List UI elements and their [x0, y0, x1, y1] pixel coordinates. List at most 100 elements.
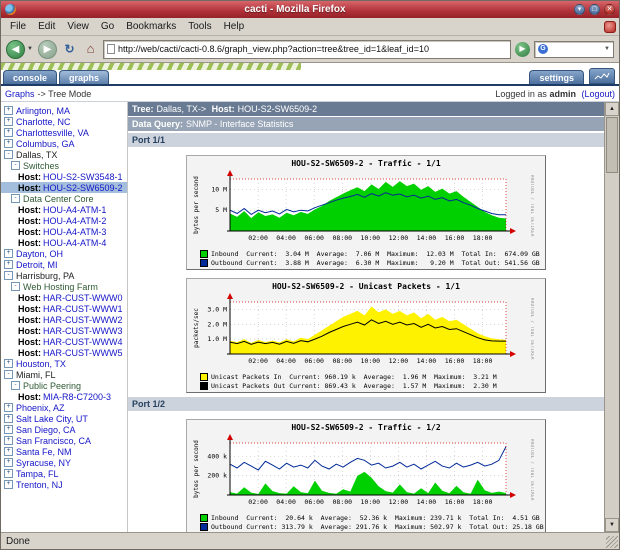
host-link[interactable]: HAR-CUST-WWW0	[43, 293, 123, 303]
tree-label[interactable]: Miami, FL	[16, 370, 56, 380]
host-link[interactable]: HAR-CUST-WWW3	[43, 326, 123, 336]
tree-item-san-diego-ca[interactable]: +San Diego, CA	[1, 424, 127, 435]
scroll-down-icon[interactable]: ▼	[605, 518, 619, 532]
tree-item-web-hosting-farm[interactable]: -Web Hosting Farm	[1, 281, 127, 292]
maximize-button[interactable]: □	[589, 4, 600, 15]
tree-expander-icon[interactable]: +	[4, 447, 13, 456]
tree-expander-icon[interactable]: -	[4, 271, 13, 280]
menu-view[interactable]: View	[61, 20, 95, 33]
tree-item-charlottesville-va[interactable]: +Charlottesville, VA	[1, 127, 127, 138]
tree-host-har-cust-www0[interactable]: Host:HAR-CUST-WWW0	[1, 292, 127, 303]
menu-tools[interactable]: Tools	[182, 20, 217, 33]
tree-label[interactable]: San Francisco, CA	[16, 436, 91, 446]
search-box[interactable]: G ▼	[534, 41, 614, 58]
tree-label[interactable]: Dayton, OH	[16, 249, 63, 259]
tree-label[interactable]: Detroit, MI	[16, 260, 58, 270]
host-link[interactable]: HOU-A4-ATM-2	[43, 216, 106, 226]
tree-host-hou-s2-sw6509-2[interactable]: Host:HOU-S2-SW6509-2	[1, 182, 127, 193]
host-link[interactable]: HAR-CUST-WWW2	[43, 315, 123, 325]
tab-settings[interactable]: settings	[529, 70, 584, 84]
tree-label[interactable]: Charlottesville, VA	[16, 128, 89, 138]
tree-label[interactable]: Columbus, GA	[16, 139, 75, 149]
tree-expander-icon[interactable]: +	[4, 436, 13, 445]
tree-host-har-cust-www2[interactable]: Host:HAR-CUST-WWW2	[1, 314, 127, 325]
tree-host-har-cust-www5[interactable]: Host:HAR-CUST-WWW5	[1, 347, 127, 358]
tree-host-hou-s2-sw3548-1[interactable]: Host:HOU-S2-SW3548-1	[1, 171, 127, 182]
graph-traffic-1-2[interactable]: HOU-S2-SW6509-2 - Traffic - 1/202:0004:0…	[186, 419, 546, 532]
tree-expander-icon[interactable]: -	[4, 150, 13, 159]
tree-item-harrisburg-pa[interactable]: -Harrisburg, PA	[1, 270, 127, 281]
tree-host-hou-a4-atm-3[interactable]: Host:HOU-A4-ATM-3	[1, 226, 127, 237]
tree-item-detroit-mi[interactable]: +Detroit, MI	[1, 259, 127, 270]
tree-label[interactable]: Web Hosting Farm	[23, 282, 98, 292]
tree-item-houston-tx[interactable]: +Houston, TX	[1, 358, 127, 369]
tree-item-charlotte-nc[interactable]: +Charlotte, NC	[1, 116, 127, 127]
home-icon[interactable]: ⌂	[82, 41, 99, 58]
tree-expander-icon[interactable]: -	[11, 282, 20, 291]
tree-item-syracuse-ny[interactable]: +Syracuse, NY	[1, 457, 127, 468]
tree-expander-icon[interactable]: +	[4, 458, 13, 467]
tree-expander-icon[interactable]: -	[11, 161, 20, 170]
tree-host-hou-a4-atm-2[interactable]: Host:HOU-A4-ATM-2	[1, 215, 127, 226]
host-link[interactable]: HAR-CUST-WWW5	[43, 348, 123, 358]
tree-item-dayton-oh[interactable]: +Dayton, OH	[1, 248, 127, 259]
host-link[interactable]: HOU-A4-ATM-3	[43, 227, 106, 237]
host-link[interactable]: HOU-S2-SW3548-1	[43, 172, 123, 182]
tree-expander-icon[interactable]: +	[4, 425, 13, 434]
tree-expander-icon[interactable]: +	[4, 469, 13, 478]
menu-help[interactable]: Help	[218, 20, 251, 33]
tree-label[interactable]: Switches	[23, 161, 59, 171]
close-button[interactable]: ✕	[604, 4, 615, 15]
tree-item-dallas-tx[interactable]: -Dallas, TX	[1, 149, 127, 160]
tree-label[interactable]: Trenton, NJ	[16, 480, 63, 490]
tree-expander-icon[interactable]: +	[4, 106, 13, 115]
tree-label[interactable]: Data Center Core	[23, 194, 94, 204]
menu-file[interactable]: File	[4, 20, 32, 33]
tree-label[interactable]: Arlington, MA	[16, 106, 70, 116]
tree-label[interactable]: Tampa, FL	[16, 469, 59, 479]
graph-traffic-1-1[interactable]: HOU-S2-SW6509-2 - Traffic - 1/102:0004:0…	[186, 155, 546, 270]
tree-host-har-cust-www3[interactable]: Host:HAR-CUST-WWW3	[1, 325, 127, 336]
tree-item-miami-fl[interactable]: -Miami, FL	[1, 369, 127, 380]
tree-label[interactable]: Harrisburg, PA	[16, 271, 74, 281]
tree-expander-icon[interactable]: +	[4, 480, 13, 489]
tree-expander-icon[interactable]: -	[11, 381, 20, 390]
go-button[interactable]: ▶	[515, 42, 530, 57]
forward-button[interactable]: ▶	[38, 40, 57, 59]
host-link[interactable]: HOU-S2-SW6509-2	[43, 183, 123, 193]
tree-label[interactable]: Salt Lake City, UT	[16, 414, 88, 424]
scrollbar-trough[interactable]	[605, 116, 619, 518]
tree-label[interactable]: Phoenix, AZ	[16, 403, 65, 413]
tree-item-arlington-ma[interactable]: +Arlington, MA	[1, 105, 127, 116]
tree-item-trenton-nj[interactable]: +Trenton, NJ	[1, 479, 127, 490]
graph-unicast-1-1[interactable]: HOU-S2-SW6509-2 - Unicast Packets - 1/10…	[186, 278, 546, 393]
tree-expander-icon[interactable]: +	[4, 414, 13, 423]
back-dropdown-arrow[interactable]: ▼	[27, 46, 34, 52]
tree-label[interactable]: Syracuse, NY	[16, 458, 71, 468]
tree-host-har-cust-www4[interactable]: Host:HAR-CUST-WWW4	[1, 336, 127, 347]
tree-label[interactable]: San Diego, CA	[16, 425, 76, 435]
scrollbar-thumb[interactable]	[606, 117, 618, 173]
tree-label[interactable]: Dallas, TX	[16, 150, 57, 160]
tree-expander-icon[interactable]: +	[4, 249, 13, 258]
minimize-button[interactable]: ▾	[574, 4, 585, 15]
tree-item-santa-fe-nm[interactable]: +Santa Fe, NM	[1, 446, 127, 457]
scroll-up-icon[interactable]: ▲	[605, 102, 619, 116]
tree-host-hou-a4-atm-4[interactable]: Host:HOU-A4-ATM-4	[1, 237, 127, 248]
tree-expander-icon[interactable]: +	[4, 117, 13, 126]
tree-item-columbus-ga[interactable]: +Columbus, GA	[1, 138, 127, 149]
tree-item-public-peering[interactable]: -Public Peering	[1, 380, 127, 391]
host-link[interactable]: HAR-CUST-WWW4	[43, 337, 123, 347]
host-link[interactable]: HAR-CUST-WWW1	[43, 304, 123, 314]
tree-item-data-center-core[interactable]: -Data Center Core	[1, 193, 127, 204]
tree-expander-icon[interactable]: -	[11, 194, 20, 203]
tree-expander-icon[interactable]: +	[4, 260, 13, 269]
tree-label[interactable]: Public Peering	[23, 381, 81, 391]
breadcrumb-graphs-link[interactable]: Graphs	[5, 89, 35, 99]
tree-item-switches[interactable]: -Switches	[1, 160, 127, 171]
tree-item-salt-lake-city-ut[interactable]: +Salt Lake City, UT	[1, 413, 127, 424]
menu-bookmarks[interactable]: Bookmarks	[120, 20, 182, 33]
host-link[interactable]: HOU-A4-ATM-1	[43, 205, 106, 215]
back-button[interactable]: ◀	[6, 40, 25, 59]
search-dropdown-icon[interactable]: ▼	[604, 46, 610, 52]
